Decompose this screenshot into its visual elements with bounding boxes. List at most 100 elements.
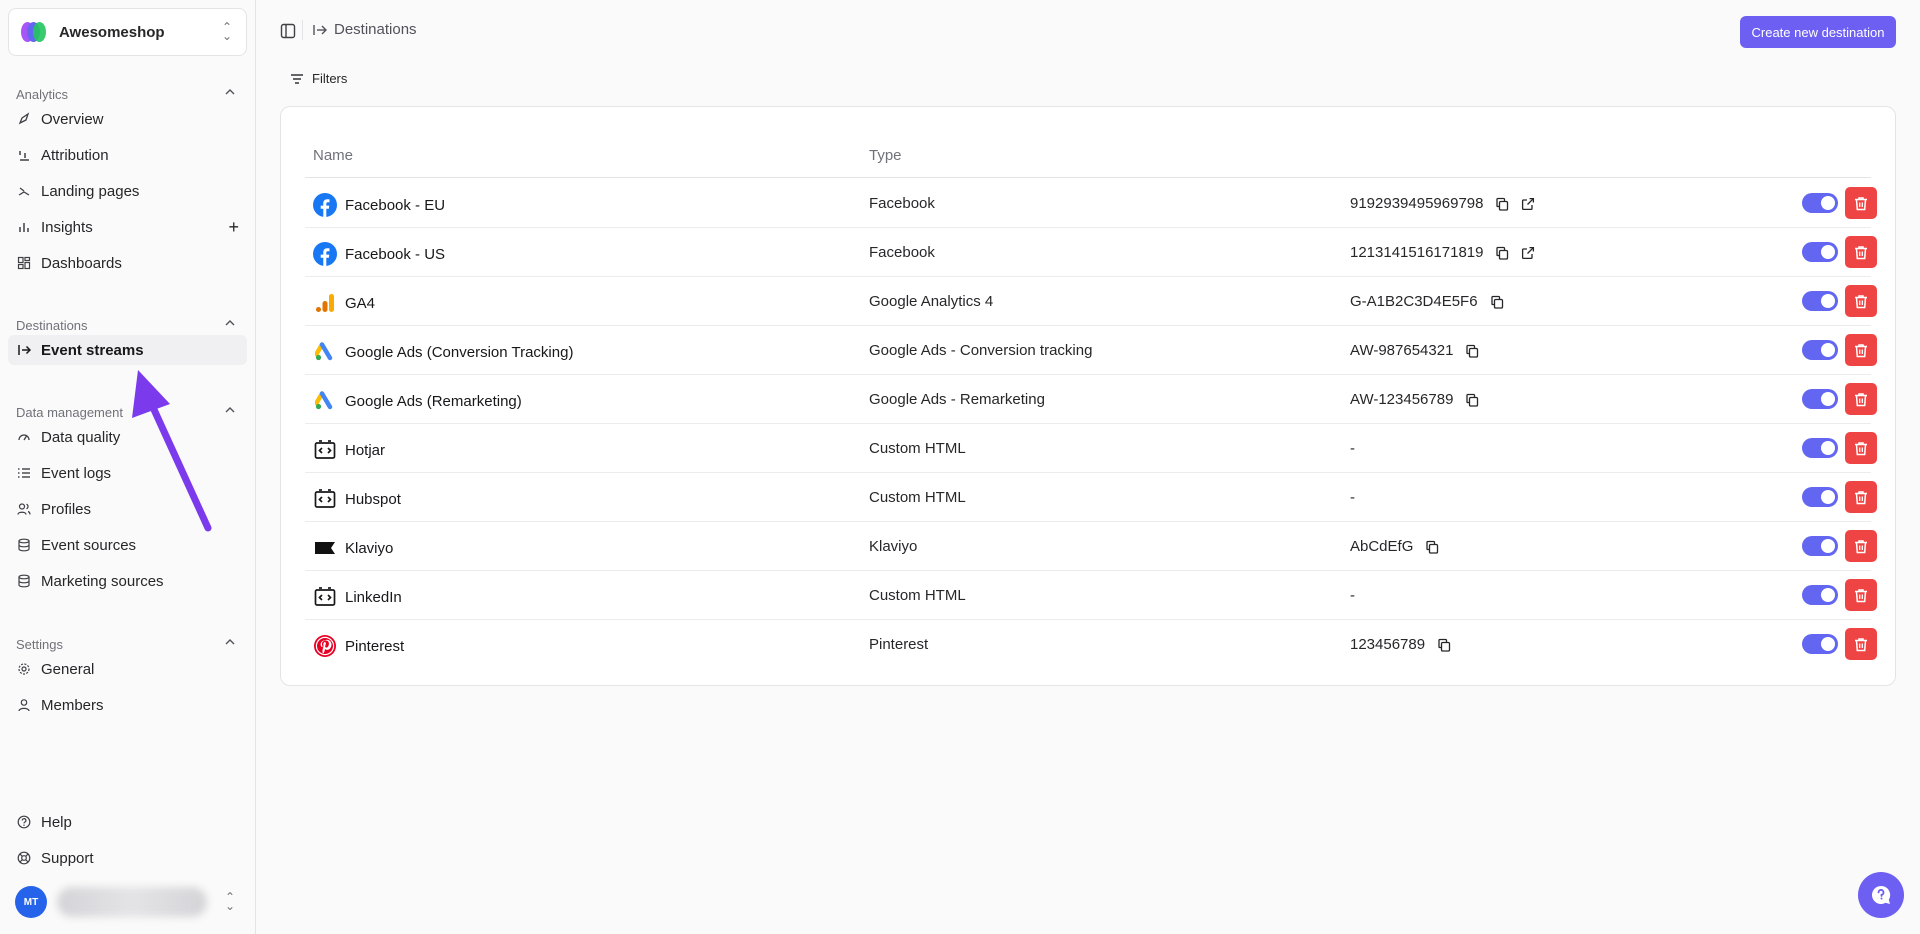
table-row[interactable]: Klaviyo Klaviyo AbCdEfG [305,522,1877,571]
destination-type: Google Ads - Remarketing [869,391,1045,408]
trash-icon [1854,441,1868,456]
copy-icon[interactable] [1465,344,1479,358]
destination-name: GA4 [345,294,376,312]
breadcrumb-current: Destinations [334,21,417,38]
enabled-toggle[interactable] [1802,389,1838,409]
destination-name: Klaviyo [345,539,394,557]
sidebar-item-label: Attribution [41,146,109,164]
table-row[interactable]: Google Ads (Conversion Tracking) Google A… [305,326,1877,375]
chat-bubble-icon [1872,885,1891,904]
delete-button[interactable] [1845,187,1877,219]
destination-id: AW-987654321 [1350,342,1454,359]
copy-icon[interactable] [1490,295,1504,309]
delete-button[interactable] [1845,530,1877,562]
sidebar-item-label: General [41,660,95,678]
destination-type: Klaviyo [869,538,918,555]
cell-id: AbCdEfG [1350,538,1439,555]
destination-name: Hubspot [345,490,401,508]
google-analytics-logo-icon [313,291,337,315]
attribution-icon [17,148,31,162]
delete-button[interactable] [1845,481,1877,513]
arrow-right-from-line-icon [17,343,31,357]
add-insight-icon[interactable]: + [228,217,239,238]
sidebar-item-general[interactable]: General [8,654,247,684]
enabled-toggle[interactable] [1802,438,1838,458]
breadcrumb: Destinations [302,19,417,40]
chevron-up-icon[interactable] [224,316,236,334]
enabled-toggle[interactable] [1802,585,1838,605]
gear-icon [17,662,31,676]
destination-id: - [1350,489,1355,506]
users-icon [17,502,31,516]
sidebar-item-label: Insights [41,218,93,236]
delete-button[interactable] [1845,579,1877,611]
copy-icon[interactable] [1425,540,1439,554]
destination-name: Google Ads (Remarketing) [345,392,522,410]
table-row[interactable]: LinkedIn Custom HTML - [305,571,1877,620]
google-ads-logo-icon [313,389,337,413]
sidebar-item-insights[interactable]: Insights + [8,212,247,242]
column-header-name: Name [313,147,354,164]
sidebar-item-event-streams[interactable]: Event streams [8,335,247,365]
delete-button[interactable] [1845,383,1877,415]
help-circle-icon [17,815,31,829]
sidebar-item-dashboards[interactable]: Dashboards [8,248,247,278]
sidebar-item-support[interactable]: Support [8,843,247,873]
sidebar-item-marketing-sources[interactable]: Marketing sources [8,566,247,596]
destination-name: Hotjar [345,441,386,459]
custom-html-icon [313,487,337,511]
destination-type: Custom HTML [869,440,966,457]
trash-icon [1854,490,1868,505]
destination-type: Custom HTML [869,587,966,604]
table-row[interactable]: Hubspot Custom HTML - [305,473,1877,522]
delete-button[interactable] [1845,334,1877,366]
sidebar-toggle-button[interactable] [280,23,296,44]
enabled-toggle[interactable] [1802,291,1838,311]
enabled-toggle[interactable] [1802,193,1838,213]
sidebar-item-attribution[interactable]: Attribution [8,140,247,170]
copy-icon[interactable] [1495,197,1509,211]
column-header-type: Type [869,147,902,164]
filters-button[interactable]: Filters [290,71,347,86]
table-row[interactable]: Facebook - US Facebook 1213141516171819 [305,228,1877,277]
copy-icon[interactable] [1437,638,1451,652]
workspace-switcher[interactable]: Awesomeshop ⌃ ⌄ [8,8,247,56]
enabled-toggle[interactable] [1802,487,1838,507]
destination-name: Pinterest [345,637,405,655]
sidebar-item-members[interactable]: Members [8,690,247,720]
user-menu[interactable]: MT ⌃ ⌄ [8,880,247,924]
sidebar-item-help[interactable]: Help [8,807,247,837]
table-row[interactable]: Google Ads (Remarketing) Google Ads - Rem… [305,375,1877,424]
cell-name: Klaviyo [313,536,393,560]
chevron-up-icon[interactable] [224,85,236,103]
sidebar-item-label: Overview [41,110,104,128]
database-icon [17,538,31,552]
enabled-toggle[interactable] [1802,242,1838,262]
external-link-icon[interactable] [1521,246,1535,260]
destination-name: Facebook - EU [345,196,446,214]
copy-icon[interactable] [1465,393,1479,407]
delete-button[interactable] [1845,432,1877,464]
create-destination-button[interactable]: Create new destination [1740,16,1896,48]
chevron-up-icon[interactable] [224,635,236,653]
table-row[interactable]: GA4 Google Analytics 4 G-A1B2C3D4E5F6 [305,277,1877,326]
delete-button[interactable] [1845,236,1877,268]
table-row[interactable]: Facebook - EU Facebook 9192939495969798 [305,179,1877,228]
delete-button[interactable] [1845,628,1877,660]
table-row[interactable]: Pinterest Pinterest 123456789 [305,620,1877,669]
enabled-toggle[interactable] [1802,340,1838,360]
cell-id: - [1350,587,1355,604]
cell-name: Google Ads (Remarketing) [313,389,522,413]
enabled-toggle[interactable] [1802,536,1838,556]
cell-id: - [1350,440,1355,457]
table-row[interactable]: Hotjar Custom HTML - [305,424,1877,473]
sidebar-item-overview[interactable]: Overview [8,104,247,134]
database-icon [17,574,31,588]
sidebar-item-landing-pages[interactable]: Landing pages [8,176,247,206]
copy-icon[interactable] [1495,246,1509,260]
chat-widget-button[interactable] [1858,872,1904,918]
external-link-icon[interactable] [1521,197,1535,211]
enabled-toggle[interactable] [1802,634,1838,654]
trash-icon [1854,539,1868,554]
delete-button[interactable] [1845,285,1877,317]
